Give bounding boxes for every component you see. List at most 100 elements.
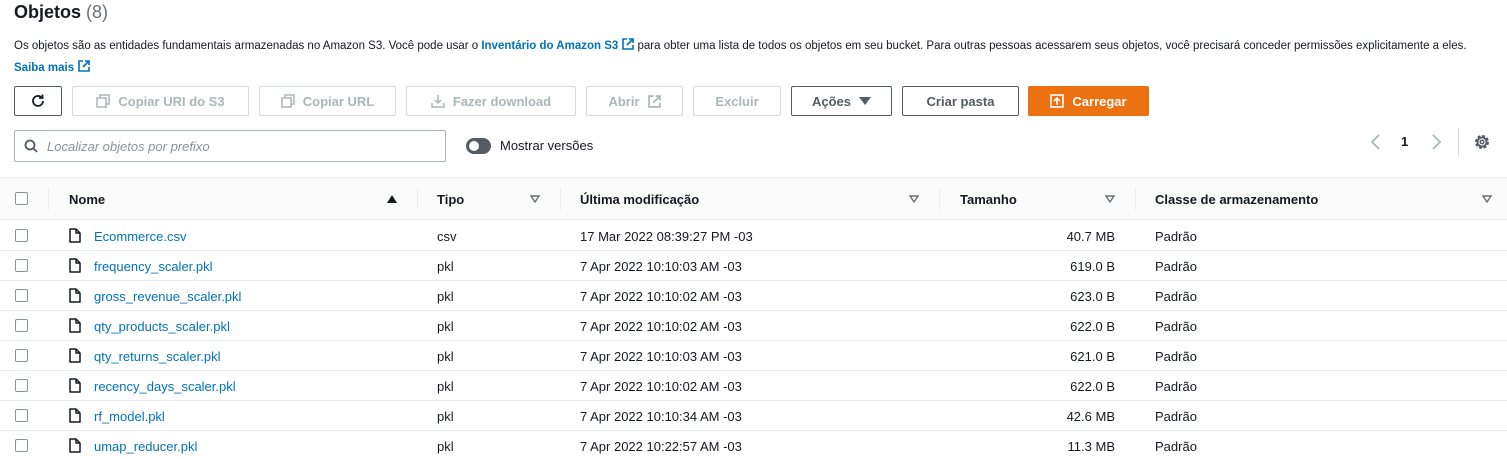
- upload-button[interactable]: Carregar: [1028, 86, 1149, 116]
- file-icon: [69, 258, 81, 273]
- refresh-icon: [32, 94, 44, 107]
- select-all-checkbox[interactable]: [15, 192, 28, 205]
- description: Os objetos são as entidades fundamentais…: [14, 35, 1474, 79]
- object-name-cell: qty_products_scaler.pkl: [94, 311, 230, 341]
- table-row[interactable]: rf_model.pkl pkl 7 Apr 2022 10:10:34 AM -0…: [0, 401, 1507, 431]
- object-last-modified: 17 Mar 2022 08:39:27 PM -03: [580, 228, 753, 244]
- object-name-link[interactable]: qty_returns_scaler.pkl: [94, 349, 220, 364]
- copy-s3-uri-label: Copiar URI do S3: [118, 93, 225, 109]
- object-size: 622.0 B: [1070, 318, 1115, 334]
- search-input[interactable]: [47, 138, 427, 154]
- learn-more-label: Saiba mais: [14, 62, 75, 74]
- copy-icon: [281, 94, 295, 108]
- object-name-link[interactable]: umap_reducer.pkl: [94, 439, 197, 454]
- object-name-cell: umap_reducer.pkl: [94, 431, 197, 459]
- table-row[interactable]: Ecommerce.csv csv 17 Mar 2022 08:39:27 PM …: [0, 221, 1507, 251]
- table-row[interactable]: gross_revenue_scaler.pkl pkl 7 Apr 2022 10…: [0, 281, 1507, 311]
- column-divider: [1135, 188, 1136, 210]
- inventory-link[interactable]: Inventário do Amazon S3: [481, 38, 635, 52]
- file-icon: [69, 228, 81, 243]
- caret-down-icon: [859, 97, 872, 105]
- sort-icon[interactable]: [1482, 195, 1492, 203]
- file-icon: [69, 408, 81, 423]
- learn-more-link[interactable]: Saiba mais: [14, 60, 90, 74]
- external-link-icon: [647, 94, 661, 108]
- object-storage-class: Padrão: [1155, 438, 1197, 454]
- table-row[interactable]: qty_returns_scaler.pkl pkl 7 Apr 2022 10:1…: [0, 341, 1507, 371]
- row-checkbox[interactable]: [15, 229, 28, 242]
- actions-label: Ações: [811, 93, 852, 109]
- sort-icon[interactable]: [909, 195, 919, 203]
- external-link-icon: [78, 60, 90, 72]
- search-icon: [24, 139, 38, 153]
- object-last-modified: 7 Apr 2022 10:10:02 AM -03: [580, 378, 742, 394]
- row-checkbox[interactable]: [15, 409, 28, 422]
- row-checkbox[interactable]: [15, 439, 28, 452]
- download-button[interactable]: Fazer download: [406, 86, 576, 116]
- description-text-2: para obter uma lista de todos os objetos…: [634, 40, 1467, 52]
- column-header-last-modified[interactable]: Última modificação: [580, 178, 699, 220]
- table-row[interactable]: qty_products_scaler.pkl pkl 7 Apr 2022 10:…: [0, 311, 1507, 341]
- object-storage-class: Padrão: [1155, 288, 1197, 304]
- object-type: pkl: [437, 318, 454, 334]
- column-header-name[interactable]: Nome: [69, 178, 105, 220]
- object-name-cell: rf_model.pkl: [94, 401, 165, 431]
- copy-url-label: Copiar URL: [302, 93, 375, 109]
- sort-icon[interactable]: [530, 195, 540, 203]
- copy-s3-uri-button[interactable]: Copiar URI do S3: [72, 86, 249, 116]
- upload-icon: [1050, 94, 1065, 108]
- create-folder-button[interactable]: Criar pasta: [902, 86, 1019, 116]
- actions-dropdown[interactable]: Ações: [791, 86, 892, 116]
- file-icon: [69, 288, 81, 303]
- object-name-link[interactable]: gross_revenue_scaler.pkl: [94, 289, 241, 304]
- column-header-storage-class[interactable]: Classe de armazenamento: [1155, 178, 1318, 220]
- row-checkbox[interactable]: [15, 349, 28, 362]
- object-storage-class: Padrão: [1155, 258, 1197, 274]
- create-folder-label: Criar pasta: [926, 93, 995, 109]
- object-size: 42.6 MB: [1066, 408, 1115, 424]
- object-type: pkl: [437, 348, 454, 364]
- chevron-left-icon[interactable]: [1368, 132, 1384, 152]
- delete-button[interactable]: Excluir: [693, 86, 781, 116]
- row-checkbox[interactable]: [15, 319, 28, 332]
- row-checkbox[interactable]: [15, 259, 28, 272]
- object-type: pkl: [437, 258, 454, 274]
- object-name-link[interactable]: rf_model.pkl: [94, 409, 165, 424]
- chevron-right-icon[interactable]: [1428, 132, 1444, 152]
- object-name-link[interactable]: recency_days_scaler.pkl: [94, 379, 236, 394]
- file-icon: [69, 318, 81, 333]
- object-storage-class: Padrão: [1155, 318, 1197, 334]
- show-versions-toggle[interactable]: [466, 138, 491, 154]
- table-row[interactable]: umap_reducer.pkl pkl 7 Apr 2022 10:22:57 A…: [0, 431, 1507, 459]
- delete-label: Excluir: [715, 93, 759, 109]
- download-label: Fazer download: [452, 93, 552, 109]
- settings-gear-icon[interactable]: [1472, 132, 1492, 152]
- object-size: 40.7 MB: [1066, 228, 1115, 244]
- object-name-link[interactable]: Ecommerce.csv: [94, 229, 186, 244]
- row-checkbox[interactable]: [15, 379, 28, 392]
- page-title: Objetos (8): [14, 2, 108, 23]
- object-type: csv: [437, 228, 457, 244]
- search-box[interactable]: [14, 130, 446, 162]
- table-header: Nome Tipo Última modificação Tamanho Cla…: [0, 178, 1507, 220]
- column-header-size[interactable]: Tamanho: [960, 178, 1017, 220]
- copy-url-button[interactable]: Copiar URL: [259, 86, 396, 116]
- object-name-cell: frequency_scaler.pkl: [94, 251, 213, 281]
- column-header-type[interactable]: Tipo: [437, 178, 464, 220]
- refresh-button[interactable]: [14, 86, 62, 116]
- table-row[interactable]: frequency_scaler.pkl pkl 7 Apr 2022 10:10:…: [0, 251, 1507, 281]
- object-last-modified: 7 Apr 2022 10:22:57 AM -03: [580, 438, 742, 454]
- download-icon: [431, 95, 445, 108]
- row-checkbox[interactable]: [15, 289, 28, 302]
- current-page[interactable]: 1: [1401, 134, 1408, 149]
- table-row[interactable]: recency_days_scaler.pkl pkl 7 Apr 2022 10:…: [0, 371, 1507, 401]
- object-last-modified: 7 Apr 2022 10:10:02 AM -03: [580, 318, 742, 334]
- open-button[interactable]: Abrir: [586, 86, 683, 116]
- object-size: 619.0 B: [1070, 258, 1115, 274]
- object-name-link[interactable]: frequency_scaler.pkl: [94, 259, 213, 274]
- file-icon: [69, 438, 81, 453]
- sort-icon[interactable]: [1105, 195, 1115, 203]
- sort-ascending-icon[interactable]: [387, 195, 397, 203]
- object-size: 622.0 B: [1070, 378, 1115, 394]
- object-name-link[interactable]: qty_products_scaler.pkl: [94, 319, 230, 334]
